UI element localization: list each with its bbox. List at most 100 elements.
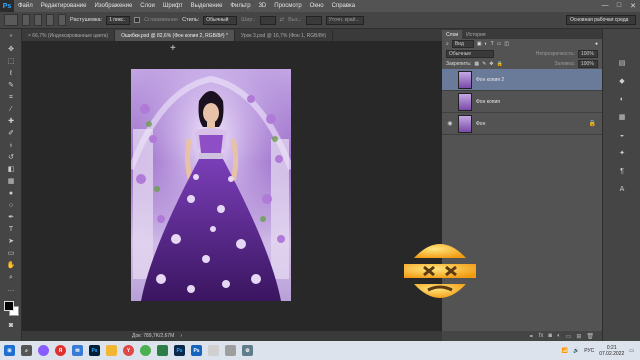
clone-stamp-tool-icon[interactable]: ♁ (6, 141, 16, 151)
filter-adjust-icon[interactable]: ◐ (485, 41, 488, 47)
document-image[interactable] (131, 69, 291, 301)
opacity-input[interactable]: 100% (578, 50, 598, 58)
lock-all-icon[interactable]: 🔒 (496, 61, 502, 67)
add-mask-icon[interactable]: ◙ (548, 333, 552, 339)
maximize-button[interactable]: □ (612, 2, 626, 10)
eye-icon[interactable]: ◉ (446, 120, 454, 127)
new-layer-icon[interactable]: ⊞ (576, 333, 581, 340)
filter-smart-icon[interactable]: ◫ (504, 41, 509, 47)
search-icon[interactable]: ⌕ (21, 345, 32, 356)
history-panel-icon[interactable]: ▤ (617, 59, 627, 69)
filter-pixel-icon[interactable]: ▣ (477, 41, 482, 47)
marquee-preset-icon[interactable] (4, 14, 18, 26)
tab-active-doc[interactable]: Ошибки.psd @ 82,6% (Фон копия 2, RGB/8#)… (115, 30, 235, 41)
height-input[interactable] (305, 15, 322, 25)
menu-filter[interactable]: Фильтр (226, 3, 254, 9)
tab-layers[interactable]: Слои (442, 30, 463, 39)
refine-edge-button[interactable]: Уточн. край... (325, 15, 364, 25)
fill-input[interactable]: 100% (578, 60, 598, 68)
link-layers-icon[interactable]: ⚭ (529, 333, 534, 340)
swatches-panel-icon[interactable]: ▦ (617, 113, 627, 123)
ps-elements-icon[interactable]: Ps (191, 345, 202, 356)
app-icon[interactable] (157, 345, 168, 356)
lock-icon[interactable]: 🔒 (589, 120, 596, 127)
gradient-tool-icon[interactable]: ▦ (6, 177, 16, 187)
swap-icon[interactable]: ⇄ (280, 17, 285, 23)
collapse-arrows-icon[interactable]: » (6, 31, 16, 41)
canvas-area[interactable]: + (22, 41, 442, 331)
menu-file[interactable]: Файл (14, 3, 37, 9)
clock[interactable]: 0:21 07.02.2022 (599, 345, 624, 357)
layer-row[interactable]: ◉ Фон 🔒 (442, 113, 602, 135)
marquee-tool-icon[interactable]: ⬚ (6, 57, 16, 67)
style-select[interactable]: Обычный (203, 15, 238, 25)
brush-tool-icon[interactable]: ✐ (6, 129, 16, 139)
tab-lesson3-doc[interactable]: Урок 3.psd @ 16,7% (Фон 1, RGB/8#) (234, 30, 334, 41)
new-group-icon[interactable]: ▭ (566, 333, 572, 340)
network-icon[interactable]: 📶 (562, 348, 568, 354)
start-icon[interactable]: ⊞ (4, 345, 15, 356)
menu-3d[interactable]: 3D (255, 3, 271, 9)
foreground-color-swatch[interactable] (4, 301, 14, 311)
path-select-tool-icon[interactable]: ➤ (6, 237, 16, 247)
language-indicator[interactable]: РУС (584, 348, 594, 354)
antialias-checkbox[interactable] (134, 17, 141, 23)
history-brush-tool-icon[interactable]: ↺ (6, 153, 16, 163)
dodge-tool-icon[interactable]: ○ (6, 201, 16, 211)
filter-shape-icon[interactable]: ▭ (497, 41, 502, 47)
lock-move-icon[interactable]: ✥ (489, 61, 493, 67)
width-input[interactable] (259, 15, 276, 25)
layer-style-icon[interactable]: fx (539, 333, 544, 339)
blur-tool-icon[interactable]: ● (6, 189, 16, 199)
filter-toggle-icon[interactable]: ● (595, 41, 598, 47)
tab-indexed-doc[interactable]: × 66,7% (Индексированные цвета) (22, 30, 116, 41)
menu-window[interactable]: Окно (306, 3, 328, 9)
tab-history[interactable]: История (462, 30, 489, 39)
menu-image[interactable]: Изображение (90, 3, 136, 9)
chrome-icon[interactable] (140, 345, 151, 356)
healing-brush-tool-icon[interactable]: ✚ (6, 117, 16, 127)
notifications-icon[interactable]: ▭ (629, 348, 634, 354)
status-arrow-icon[interactable]: › (180, 333, 182, 339)
eraser-tool-icon[interactable]: ◧ (6, 165, 16, 175)
photoshop-icon[interactable]: Ps (89, 345, 100, 356)
photoshop2-icon[interactable]: Ps (174, 345, 185, 356)
extra-tools-icon[interactable]: … (6, 285, 16, 295)
minimize-button[interactable]: — (598, 2, 612, 10)
yandex-browser-icon[interactable]: Y (123, 345, 134, 356)
lock-paint-icon[interactable]: ✎ (482, 61, 486, 67)
menu-layers[interactable]: Слои (136, 3, 159, 9)
app3-icon[interactable] (225, 345, 236, 356)
mail-icon[interactable]: ✉ (72, 345, 83, 356)
properties-panel-icon[interactable]: ◆ (617, 77, 627, 87)
adjustment-layer-icon[interactable]: ◐ (557, 333, 561, 339)
trash-icon[interactable]: 🗑 (586, 333, 594, 340)
styles-panel-icon[interactable]: ✦ (617, 149, 627, 159)
volume-icon[interactable]: 🔊 (573, 348, 579, 354)
layer-row[interactable]: Фон копия (442, 91, 602, 113)
selection-mode-intersect-icon[interactable] (58, 14, 66, 26)
menu-help[interactable]: Справка (328, 3, 360, 9)
pen-tool-icon[interactable]: ✒ (6, 213, 16, 223)
close-button[interactable]: ✕ (626, 2, 640, 10)
settings-icon[interactable]: ⚙ (242, 345, 253, 356)
menu-type[interactable]: Шрифт (159, 3, 187, 9)
color-panel-icon[interactable]: ◐ (617, 95, 627, 105)
move-tool-icon[interactable]: ✥ (6, 45, 16, 55)
lasso-tool-icon[interactable]: ℓ (6, 69, 16, 79)
alice-icon[interactable] (38, 345, 49, 356)
selection-mode-new-icon[interactable] (22, 14, 30, 26)
filter-type-icon[interactable]: T (491, 41, 494, 47)
menu-edit[interactable]: Редактирование (37, 3, 91, 9)
hand-tool-icon[interactable]: ✋ (6, 261, 16, 271)
menu-select[interactable]: Выделение (187, 3, 227, 9)
selection-mode-add-icon[interactable] (34, 14, 42, 26)
paragraph-panel-icon[interactable]: ¶ (617, 167, 627, 177)
explorer-icon[interactable] (106, 345, 117, 356)
selection-mode-subtract-icon[interactable] (46, 14, 54, 26)
app2-icon[interactable] (208, 345, 219, 356)
lock-transparent-icon[interactable]: ▦ (474, 61, 479, 67)
crop-tool-icon[interactable]: ⌗ (6, 93, 16, 103)
quick-mask-icon[interactable]: ◙ (6, 321, 16, 331)
shape-tool-icon[interactable]: ▭ (6, 249, 16, 259)
